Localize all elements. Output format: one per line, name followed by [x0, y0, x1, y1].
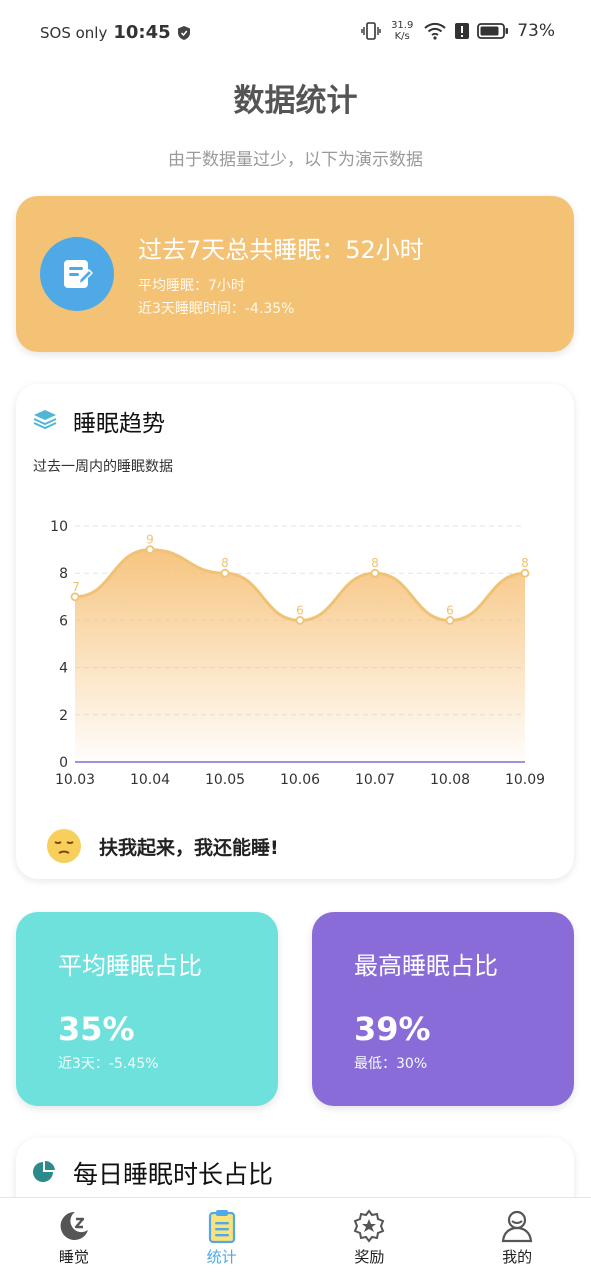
- status-bar: SOS only 10:45 31.9 K/s 73%: [0, 0, 591, 66]
- pie-chart-icon: [32, 1160, 56, 1188]
- ratio-value: 39%: [354, 1010, 431, 1048]
- battery-icon: [477, 23, 509, 39]
- alert-icon: [455, 22, 470, 40]
- data-label: 8: [221, 556, 229, 570]
- app-screen: SOS only 10:45 31.9 K/s 73% 数据统计 由于数据量过少…: [0, 0, 591, 1280]
- sleep-summary-card[interactable]: 过去7天总共睡眠：52小时 平均睡眠：7小时 近3天睡眠时间：-4.35%: [16, 196, 574, 352]
- data-point: [445, 616, 455, 625]
- ratio-subtext: 最低：30%: [354, 1056, 428, 1072]
- data-label: 6: [446, 603, 454, 617]
- clock: 10:45: [113, 22, 171, 43]
- series-area: [75, 549, 525, 762]
- nav-item-profile[interactable]: 我的: [443, 1198, 591, 1280]
- y-tick-label: 4: [59, 661, 68, 677]
- ratio-value: 35%: [58, 1010, 135, 1048]
- x-tick-label: 10.09: [505, 772, 545, 788]
- data-point: [70, 592, 80, 602]
- note-edit-icon: [40, 237, 114, 311]
- y-tick-label: 2: [59, 708, 68, 724]
- data-point: [145, 545, 155, 554]
- trend-description: 过去一周内的睡眠数据: [33, 459, 173, 475]
- nav-item-sleep[interactable]: 睡觉: [0, 1198, 148, 1280]
- recent-sleep-change-text: 近3天睡眠时间：-4.35%: [138, 301, 295, 317]
- ratio-title: 最高睡眠占比: [354, 952, 498, 980]
- x-tick-label: 10.08: [430, 772, 470, 788]
- ratio-title: 平均睡眠占比: [58, 952, 202, 980]
- x-tick-label: 10.06: [280, 772, 320, 788]
- battery-percent: 73%: [517, 21, 555, 41]
- page-subtitle: 由于数据量过少，以下为演示数据: [168, 150, 423, 170]
- x-tick-label: 10.07: [355, 772, 395, 788]
- moon-sleep-icon: [56, 1208, 92, 1244]
- layers-icon: [32, 408, 58, 434]
- average-sleep-ratio-card[interactable]: 平均睡眠占比 35% 近3天：-5.45%: [16, 912, 278, 1106]
- page-title: 数据统计: [233, 83, 358, 119]
- y-tick-label: 6: [59, 613, 68, 629]
- sleep-trend-card: 睡眠趋势 过去一周内的睡眠数据 7 9 8 6 8 6 8 0 2 4 6 8 10 10.03 10.…: [16, 384, 574, 879]
- data-point: [220, 568, 230, 578]
- vibrate-icon: [361, 22, 381, 40]
- trend-title: 睡眠趋势: [73, 411, 165, 437]
- data-point: [295, 616, 305, 625]
- nav-label: 睡觉: [58, 1248, 89, 1266]
- bottom-navigation: 睡觉 统计 奖励 我的: [0, 1197, 591, 1280]
- y-tick-label: 10: [50, 519, 68, 535]
- x-tick-label: 10.04: [130, 772, 170, 788]
- ratio-subtext: 近3天：-5.45%: [58, 1056, 159, 1072]
- data-point: [370, 568, 380, 578]
- highest-sleep-ratio-card[interactable]: 最高睡眠占比 39% 最低：30%: [312, 912, 574, 1106]
- wifi-icon: [423, 22, 447, 40]
- nav-item-statistics[interactable]: 统计: [148, 1198, 296, 1280]
- total-sleep-headline: 过去7天总共睡眠：52小时: [138, 236, 424, 264]
- data-label: 8: [521, 556, 529, 570]
- y-tick-label: 8: [59, 566, 68, 582]
- sleep-area-chart: 7 9 8 6 8 6 8 0 2 4 6 8 10 10.03 10.04 10.05 10.06 10.0…: [50, 519, 545, 788]
- shield-icon: [177, 25, 191, 41]
- net-speed: 31.9 K/s: [389, 20, 415, 42]
- x-tick-label: 10.03: [55, 772, 95, 788]
- user-icon: [499, 1208, 535, 1244]
- nav-label: 我的: [502, 1248, 533, 1266]
- daily-title: 每日睡眠时长占比: [73, 1160, 274, 1189]
- net-speed-unit: K/s: [394, 31, 410, 42]
- clipboard-list-icon: [204, 1208, 240, 1244]
- x-tick-label: 10.05: [205, 772, 245, 788]
- data-label: 8: [371, 556, 379, 570]
- data-label: 9: [146, 533, 154, 547]
- sleepy-face-icon: [46, 828, 82, 864]
- average-sleep-text: 平均睡眠：7小时: [138, 278, 245, 294]
- net-speed-value: 31.9: [391, 20, 414, 31]
- nav-label: 奖励: [354, 1248, 385, 1266]
- nav-item-rewards[interactable]: 奖励: [296, 1198, 444, 1280]
- trend-footer-message: 扶我起来，我还能睡!: [99, 837, 279, 859]
- carrier-text: SOS only: [40, 23, 108, 42]
- data-point: [520, 568, 530, 578]
- nav-label: 统计: [206, 1248, 237, 1266]
- y-tick-label: 0: [59, 755, 68, 771]
- data-label: 7: [72, 580, 80, 594]
- medal-icon: [351, 1208, 387, 1244]
- data-label: 6: [296, 603, 304, 617]
